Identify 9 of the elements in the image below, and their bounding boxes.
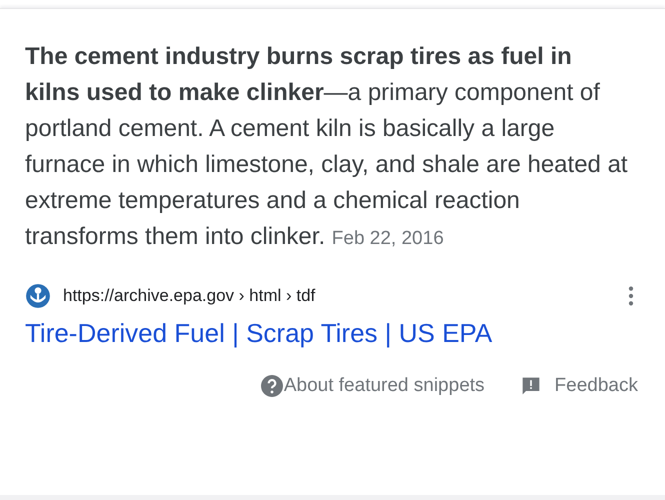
feedback-link[interactable]: Feedback [520, 375, 638, 397]
help-icon [260, 375, 283, 397]
source-url: https://archive.epa.gov › html › tdf [63, 286, 316, 306]
agency-logo-icon [25, 283, 51, 309]
snippet-text: The cement industry burns scrap tires as fuel in kilns used to make clinker—a primary component of portland cement. A cement kiln is basically a large furnace in which limestone, clay, and shale are heated at extreme temperatures and a chemical reaction transforms them into clinker. Feb 22, 2016 [25, 42, 629, 252]
result-title-link[interactable]: Tire-Derived Fuel | Scrap Tires | US EPA [25, 315, 492, 351]
feedback-label: Feedback [554, 375, 638, 397]
more-options-icon[interactable] [628, 285, 634, 307]
feedback-icon [520, 376, 541, 396]
